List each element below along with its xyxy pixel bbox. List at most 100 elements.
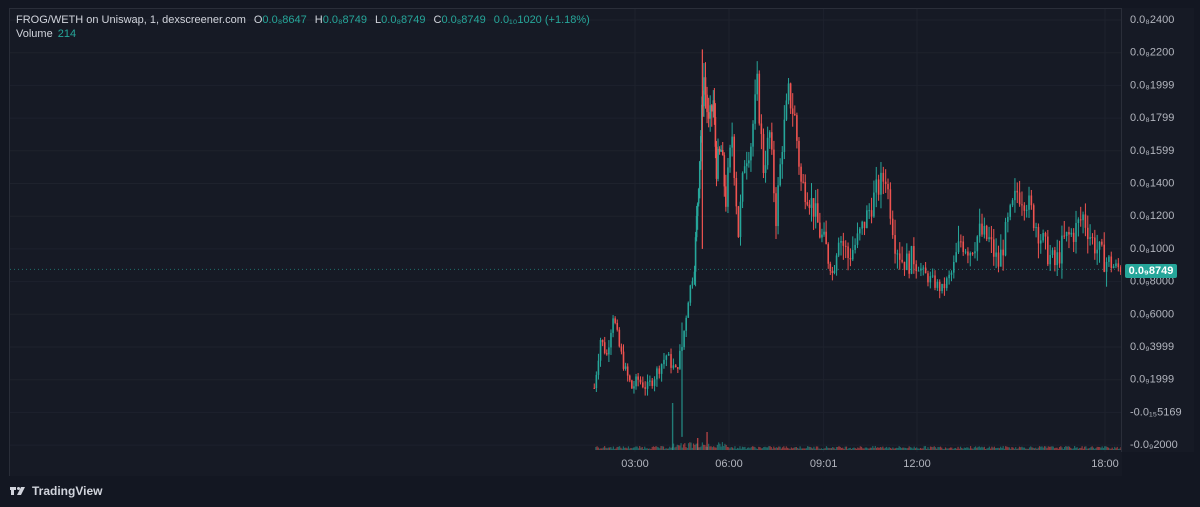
candle-body (703, 77, 705, 107)
volume-bar (610, 447, 612, 450)
volume-bar (679, 445, 681, 450)
volume-bar (711, 447, 713, 450)
volume-bar (764, 446, 766, 450)
candle-body (814, 203, 817, 217)
volume-bar (1102, 447, 1105, 450)
candle-body (812, 198, 815, 217)
volume-bar (1062, 448, 1064, 450)
candle-body (777, 185, 779, 227)
price-tick-label: -0.0₁₅5169 (1130, 406, 1182, 418)
volume-bar (758, 446, 760, 450)
candle-body (901, 259, 903, 262)
candle-body (642, 382, 644, 388)
volume-group (595, 403, 1122, 450)
candle-body (1098, 241, 1101, 250)
candle-body (1112, 266, 1115, 268)
volume-bar (1096, 446, 1098, 450)
symbol-title[interactable]: FROG/WETH on Uniswap, 1, dexscreener.com (16, 13, 246, 27)
candle-body (1049, 255, 1051, 265)
volume-bar (769, 446, 771, 450)
candle-body (794, 113, 796, 116)
volume-bar (939, 446, 942, 450)
volume-bar (872, 446, 874, 450)
time-axis: 03:0006:0009:0112:0018:0020:3 (621, 458, 1119, 470)
volume-bar (1033, 448, 1036, 450)
volume-bar (1032, 447, 1034, 450)
close-value: 0.0₈8749 (441, 14, 486, 26)
candle-body (806, 202, 809, 205)
volume-bar (928, 448, 930, 450)
volume-bar (719, 443, 721, 450)
candle-body (880, 172, 882, 195)
candle-body (962, 241, 965, 252)
volume-bar (700, 446, 702, 450)
candle-body (929, 276, 932, 283)
volume-bar (812, 448, 814, 450)
volume-bar (677, 445, 680, 450)
candle-body (808, 204, 811, 208)
volume-bar (904, 447, 907, 450)
volume-bar (1068, 446, 1071, 450)
volume-bar (923, 446, 925, 450)
tradingview-brand[interactable]: TradingView (9, 484, 102, 498)
volume-bar (670, 447, 672, 450)
candle-body (637, 376, 639, 380)
volume-bar (1047, 446, 1049, 450)
volume-bar (813, 446, 815, 450)
candlestick-chart[interactable] (10, 9, 1122, 453)
volume-bar (612, 446, 614, 450)
volume-bar (959, 446, 962, 450)
candle-body (618, 329, 621, 347)
volume-bar (985, 448, 987, 450)
volume-bar (859, 446, 861, 450)
candle-body (616, 322, 619, 330)
candle-body (628, 375, 631, 381)
candle-body (727, 167, 729, 207)
volume-bar (914, 448, 917, 450)
volume-bar (1107, 447, 1110, 450)
volume-bar (952, 448, 954, 450)
candle-body (1061, 235, 1063, 264)
volume-bar (622, 446, 625, 450)
volume-bar (788, 448, 790, 450)
candle-body (861, 221, 863, 229)
candle-body (1065, 232, 1068, 237)
candle-body (720, 150, 722, 152)
candle-body (689, 285, 692, 303)
volume-bar (748, 447, 750, 450)
volume-bar (771, 448, 774, 450)
candle-body (821, 234, 823, 238)
time-scale[interactable]: 03:0006:0009:0112:0018:0020:3 (9, 452, 1122, 476)
candle-body (599, 339, 602, 361)
volume-bar (729, 448, 731, 450)
candle-body (779, 164, 781, 186)
volume-bar (650, 448, 652, 450)
volume-bar (619, 446, 621, 450)
candle-body (798, 140, 800, 167)
candle-body (745, 163, 748, 167)
volume-label[interactable]: Volume (16, 27, 53, 41)
candle-body (992, 239, 995, 257)
candle-body (896, 253, 899, 255)
volume-bar (703, 444, 705, 450)
volume-bar (897, 448, 899, 450)
candle-body (835, 255, 838, 271)
candle-body (721, 150, 724, 156)
candle-body (601, 339, 604, 343)
open-value: 0.0₈8647 (262, 14, 307, 26)
volume-bar (621, 448, 623, 450)
candle-body (981, 223, 983, 235)
candle-body (922, 267, 925, 269)
volume-bar (799, 446, 801, 450)
volume-bar (868, 448, 870, 450)
candle-body (1018, 192, 1021, 205)
volume-bar (1061, 447, 1063, 450)
plot-area[interactable] (9, 8, 1122, 454)
volume-bar (942, 448, 944, 450)
volume-bar (626, 448, 628, 450)
volume-bar (997, 447, 999, 450)
time-tick-label: 03:00 (621, 458, 649, 470)
volume-bar (934, 447, 937, 450)
price-scale[interactable]: 0.0₈2400 0.0₈2200 0.0₈1999 0.0₈1799 0.0₈1599… (1121, 8, 1194, 452)
volume-bar (1042, 447, 1044, 450)
